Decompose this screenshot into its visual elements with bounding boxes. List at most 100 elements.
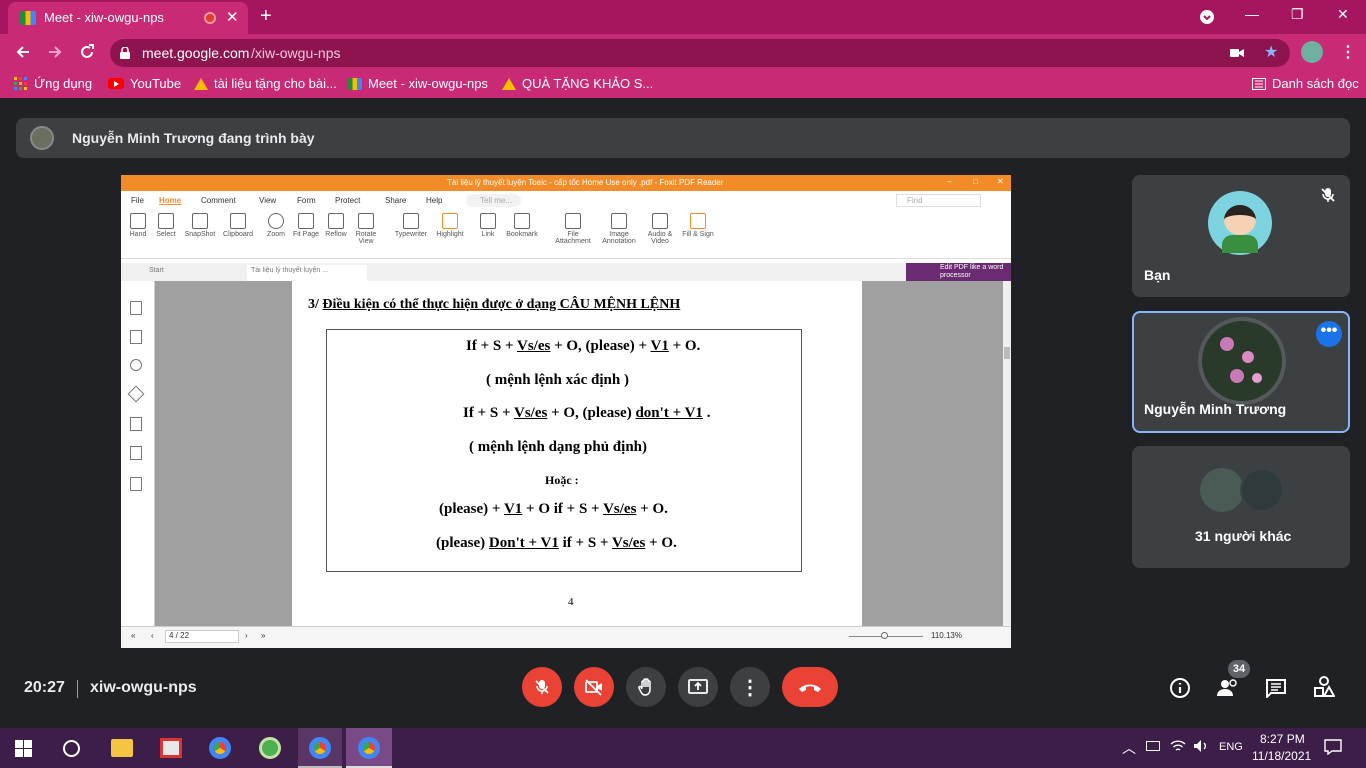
raise-hand-button[interactable] [626,667,666,707]
new-tab-button[interactable]: + [260,5,272,28]
volume-icon[interactable] [1193,739,1209,753]
participant-tile-presenter[interactable]: ••• Nguyễn Minh Trương [1132,311,1350,433]
close-window-icon[interactable]: ✕ [1337,6,1349,23]
wifi-icon[interactable] [1170,739,1186,753]
back-icon[interactable] [14,43,32,61]
taskbar-time[interactable]: 8:27 PM [1260,732,1305,746]
menu-form[interactable]: Form [297,196,316,205]
clipboard-tool[interactable]: Clipboard [221,213,255,238]
comments-panel-icon[interactable] [130,359,142,371]
typewriter-tool[interactable]: Typewriter [391,213,431,238]
more-options-button[interactable]: ⋮ [730,667,770,707]
link-tool[interactable]: Link [471,213,505,238]
zoom-slider-thumb[interactable] [881,632,888,639]
attachments-panel-icon[interactable] [130,417,142,431]
highlight-tool[interactable]: Highlight [433,213,467,238]
snapshot-tool[interactable]: SnapShot [183,213,217,238]
menu-home[interactable]: Home [159,196,181,205]
bookmark-drive-doc[interactable]: tài liệu tặng cho bài... [194,76,337,91]
menu-share[interactable]: Share [385,196,406,205]
reload-icon[interactable] [78,43,96,61]
foxit-scrollbar[interactable] [1003,281,1011,626]
image-annotation-tool[interactable]: Image Annotation [599,213,639,245]
next-page-icon[interactable]: › [245,631,248,640]
menu-file[interactable]: File [131,196,144,205]
taskbar-date[interactable]: 11/18/2021 [1252,749,1311,763]
reading-list-button[interactable]: Danh sách đọc [1252,76,1359,91]
people-icon[interactable] [1216,678,1240,698]
foxit-maximize-icon[interactable]: □ [973,177,978,186]
bookmark-apps[interactable]: Ứng dụng [14,76,92,91]
more-options-icon[interactable]: ••• [1316,321,1342,347]
minimize-icon[interactable]: — [1245,6,1259,22]
input-language[interactable]: ENG [1219,741,1243,753]
menu-comment[interactable]: Comment [201,196,236,205]
tab-search-icon[interactable] [1199,9,1215,25]
camera-toggle-button[interactable] [574,667,614,707]
file-explorer-icon[interactable] [111,739,133,757]
app-icon[interactable] [160,738,182,758]
page-number-input[interactable]: 4 / 22 [165,630,239,643]
profile-avatar[interactable] [1301,41,1323,63]
chrome-icon[interactable] [209,737,231,759]
chat-icon[interactable] [1265,678,1287,698]
menu-protect[interactable]: Protect [335,196,360,205]
last-page-icon[interactable]: » [261,631,265,640]
prev-page-icon[interactable]: ‹ [151,631,154,640]
bookmarks-panel-icon[interactable] [130,301,142,315]
menu-view[interactable]: View [259,196,276,205]
notification-center-icon[interactable] [1324,739,1342,755]
bookmark-tool[interactable]: Bookmark [505,213,539,238]
browser-tab[interactable]: Meet - xiw-owgu-nps ✕ [8,2,248,34]
app-icon[interactable] [259,737,281,759]
bookmark-drive-gift[interactable]: QUÀ TẶNG KHẢO S... [502,76,653,91]
security-panel-icon[interactable] [130,446,142,460]
menu-help[interactable]: Help [426,196,442,205]
edit-pdf-promo[interactable]: Edit PDF like a word processor [906,263,1011,281]
doc-tab-start[interactable]: Start [149,267,244,274]
meeting-details-icon[interactable] [1169,677,1191,699]
bookmark-meet[interactable]: Meet - xiw-owgu-nps [348,76,488,91]
reflow-tool[interactable]: Reflow [319,213,353,238]
mic-toggle-button[interactable] [522,667,562,707]
search-circle-icon[interactable] [63,740,80,757]
rotate-view-tool[interactable]: Rotate View [349,213,383,245]
other-avatar-2 [1240,468,1284,512]
url-bar[interactable]: meet.google.com /xiw-owgu-nps ★ [110,39,1290,67]
foxit-find-input[interactable]: Find [896,194,981,207]
taskbar-chrome-window[interactable] [298,728,342,768]
chrome-menu-icon[interactable]: ⋮ [1340,42,1356,62]
fill-sign-tool[interactable]: Fill & Sign [681,213,715,238]
fit-page-tool[interactable]: Fit Page [289,213,323,238]
audio-video-tool[interactable]: Audio & Video [643,213,677,245]
zoom-tool[interactable]: Zoom [259,213,293,238]
taskbar-chrome-window-active[interactable] [346,728,392,768]
close-tab-icon[interactable]: ✕ [226,8,239,26]
pages-panel-icon[interactable] [130,330,142,344]
bookmark-youtube[interactable]: YouTube [108,76,181,91]
activities-icon[interactable] [1313,676,1335,698]
tell-me-input[interactable]: Tell me... [466,194,521,207]
participant-tile-self[interactable]: Bạn [1132,175,1350,297]
first-page-icon[interactable]: « [131,631,135,640]
battery-icon[interactable] [1146,741,1160,751]
zoom-level[interactable]: 110.13% [931,631,962,640]
windows-start-icon[interactable] [15,740,32,757]
file-attachment-tool[interactable]: File Attachment [553,213,593,245]
select-tool[interactable]: Select [149,213,183,238]
doc-tab-current[interactable]: Tài liệu lý thuyết luyện ... [247,265,367,281]
foxit-close-icon[interactable]: ✕ [997,177,1004,186]
leave-call-button[interactable] [782,667,838,707]
participant-tile-others[interactable]: 31 người khác [1132,446,1350,568]
present-now-button[interactable] [678,667,718,707]
scroll-thumb[interactable] [1004,347,1010,359]
maximize-icon[interactable]: ❐ [1291,6,1304,23]
signature-panel-icon[interactable] [130,477,142,491]
layers-panel-icon[interactable] [127,385,145,403]
camera-blocked-icon[interactable] [1230,47,1244,59]
bookmark-star-icon[interactable]: ★ [1264,42,1278,62]
forward-icon[interactable] [46,43,64,61]
show-hidden-icons[interactable]: ︿ [1122,738,1136,758]
foxit-minimize-icon[interactable]: – [947,177,951,186]
reading-list-label: Danh sách đọc [1272,76,1359,91]
